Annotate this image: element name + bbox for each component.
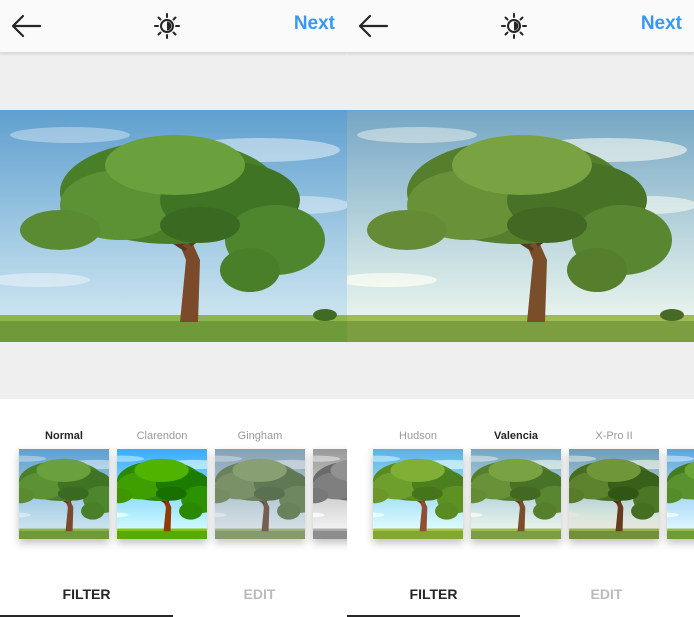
filter-thumbnail[interactable] [569, 449, 659, 539]
filter-strip[interactable]: Hudson Valencia X-Pro II [347, 399, 694, 569]
brightness-icon[interactable] [500, 12, 528, 40]
filter-label: Normal [45, 430, 83, 442]
bottom-tabs: FILTER EDIT [347, 569, 694, 617]
filter-thumbnail[interactable] [667, 449, 694, 539]
filter-label: Clarendon [136, 430, 188, 442]
photo-preview [0, 110, 347, 342]
back-arrow-icon[interactable] [10, 12, 42, 40]
filter-label: Hudson [399, 430, 437, 442]
photo-preview-area [347, 53, 694, 399]
filter-label: Gingham [237, 430, 283, 442]
filter-screen-valencia: Next Hudson Valencia X-Pro II FILTER EDI… [347, 0, 694, 617]
filter-thumbnail[interactable] [117, 449, 207, 539]
filter-label: X-Pro II [595, 430, 633, 442]
filter-label: Valencia [493, 430, 539, 442]
tab-edit[interactable]: EDIT [173, 586, 346, 602]
back-arrow-icon[interactable] [357, 12, 389, 40]
photo-preview [347, 110, 694, 342]
photo-preview-area [0, 53, 347, 399]
next-button[interactable]: Next [294, 13, 335, 35]
filter-thumbnail[interactable] [313, 449, 347, 539]
filter-thumbnail[interactable] [373, 449, 463, 539]
tab-edit[interactable]: EDIT [520, 586, 693, 602]
filter-thumbnail[interactable] [471, 449, 561, 539]
top-bar: Next [0, 0, 347, 53]
brightness-icon[interactable] [153, 12, 181, 40]
top-bar: Next [347, 0, 694, 53]
next-button[interactable]: Next [641, 13, 682, 35]
tab-filter[interactable]: FILTER [347, 586, 520, 602]
bottom-tabs: FILTER EDIT [0, 569, 347, 617]
filter-thumbnail[interactable] [19, 449, 109, 539]
tab-filter[interactable]: FILTER [0, 586, 173, 602]
filter-screen-normal: Next Normal Clarendon Gingham FILTER EDI… [0, 0, 347, 617]
filter-strip[interactable]: Normal Clarendon Gingham [0, 399, 347, 569]
filter-thumbnail[interactable] [215, 449, 305, 539]
